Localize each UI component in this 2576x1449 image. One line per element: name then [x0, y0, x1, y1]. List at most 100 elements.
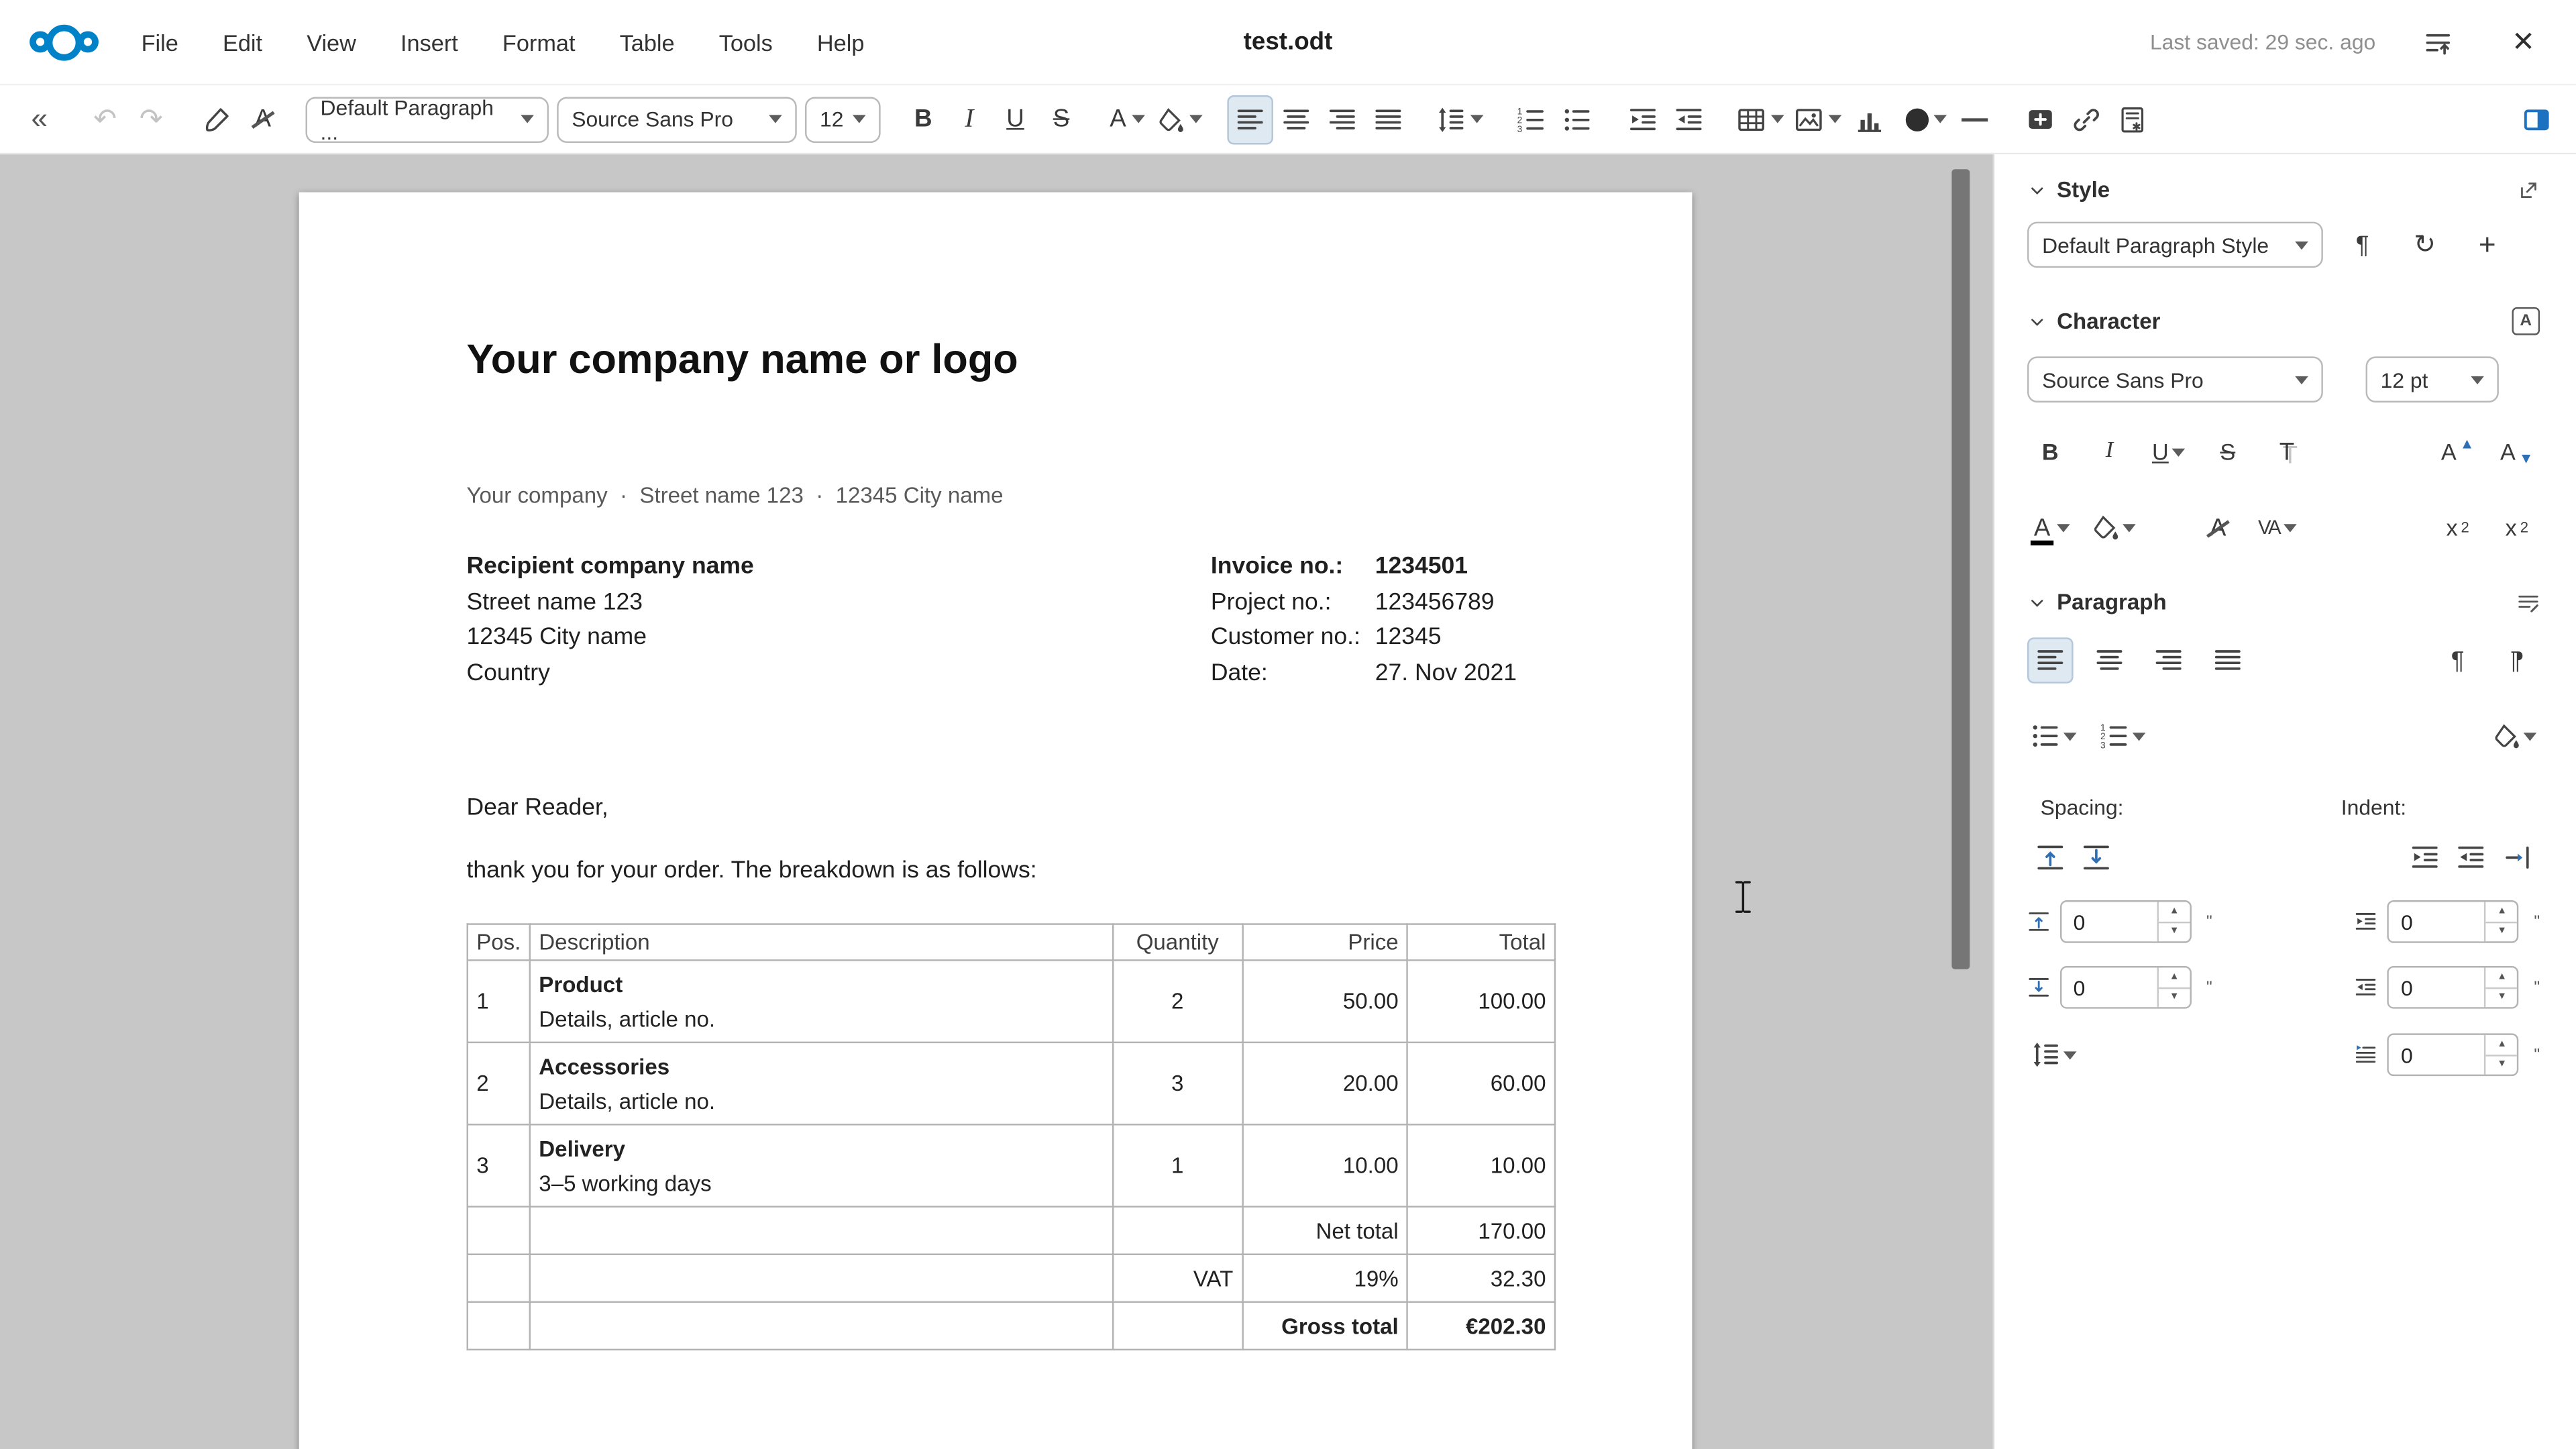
insert-shape-button[interactable]: [1900, 95, 1951, 144]
insert-link-button[interactable]: [2063, 95, 2110, 144]
sidebar-paragraph-style-select[interactable]: Default Paragraph Style: [2027, 222, 2323, 268]
step-down-icon[interactable]: ▼: [2159, 922, 2190, 941]
nextcloud-logo[interactable]: [30, 24, 99, 60]
stepper[interactable]: ▲▼: [2485, 967, 2518, 1007]
style-section-header[interactable]: Style: [2027, 177, 2540, 202]
indent-after-input[interactable]: ▲▼: [2387, 966, 2519, 1009]
sidebar-align-left-button[interactable]: [2027, 637, 2074, 684]
ordered-list-button[interactable]: [1508, 95, 1554, 144]
character-spacing-button[interactable]: VA: [2254, 504, 2300, 551]
shadow-text-button[interactable]: T: [2264, 429, 2310, 475]
paragraph-background-button[interactable]: [2487, 713, 2540, 759]
redo-button[interactable]: ↷: [128, 95, 174, 144]
font-size-select[interactable]: 12: [805, 96, 881, 142]
subscript-button[interactable]: x2: [2494, 504, 2540, 551]
stepper[interactable]: ▲▼: [2485, 1035, 2518, 1075]
sidebar-line-spacing-button[interactable]: [2027, 1032, 2080, 1078]
dialog-launcher-icon[interactable]: [2517, 178, 2540, 201]
font-color-button[interactable]: A: [1104, 95, 1150, 144]
sidebar-font-name-select[interactable]: Source Sans Pro: [2027, 356, 2323, 402]
menu-insert[interactable]: Insert: [400, 29, 458, 55]
sidebar-decrease-indent-button[interactable]: [2448, 835, 2494, 881]
step-down-icon[interactable]: ▼: [2486, 922, 2518, 941]
step-up-icon[interactable]: ▲: [2486, 967, 2518, 988]
bold-button[interactable]: B: [900, 95, 947, 144]
document-page[interactable]: Your company name or logo Your company ·…: [299, 193, 1693, 1449]
update-style-button[interactable]: ↻: [2402, 222, 2448, 268]
menu-table[interactable]: Table: [620, 29, 675, 55]
close-button[interactable]: ✕: [2500, 19, 2546, 65]
apply-style-button[interactable]: ¶: [2339, 222, 2385, 268]
sidebar-align-right-button[interactable]: [2145, 637, 2192, 684]
sidebar-bold-button[interactable]: B: [2027, 429, 2074, 475]
align-justify-button[interactable]: [1365, 95, 1411, 144]
scrollbar-thumb[interactable]: [1951, 169, 1970, 969]
font-name-select[interactable]: Source Sans Pro: [557, 96, 797, 142]
highlight-color-button[interactable]: [1150, 95, 1208, 144]
hanging-indent-button[interactable]: [2494, 835, 2540, 881]
toggle-sidebar-button[interactable]: [2514, 95, 2560, 144]
decrease-indent-button[interactable]: [1666, 95, 1712, 144]
align-left-button[interactable]: [1227, 95, 1273, 144]
document-canvas[interactable]: Your company name or logo Your company ·…: [0, 154, 1993, 1449]
insert-chart-button[interactable]: [1847, 95, 1893, 144]
grow-font-button[interactable]: A▲: [2434, 429, 2481, 475]
insert-comment-button[interactable]: [2017, 95, 2063, 144]
insert-table-button[interactable]: [1731, 95, 1789, 144]
stepper[interactable]: ▲▼: [2157, 902, 2190, 941]
menu-view[interactable]: View: [307, 29, 356, 55]
stepper[interactable]: ▲▼: [2485, 902, 2518, 941]
menu-help[interactable]: Help: [817, 29, 865, 55]
shrink-font-button[interactable]: A▼: [2494, 429, 2540, 475]
menu-format[interactable]: Format: [502, 29, 576, 55]
paragraph-section-header[interactable]: Paragraph: [2027, 590, 2540, 614]
character-section-header[interactable]: Character A: [2027, 307, 2540, 335]
indent-before-input[interactable]: ▲▼: [2387, 900, 2519, 943]
insert-line-button[interactable]: [1951, 95, 1998, 144]
step-down-icon[interactable]: ▼: [2159, 988, 2190, 1007]
hide-menubar-button[interactable]: [2415, 19, 2461, 65]
paragraph-style-select[interactable]: Default Paragraph ...: [306, 96, 549, 142]
new-style-button[interactable]: +: [2464, 222, 2510, 268]
increase-spacing-button[interactable]: [2027, 835, 2074, 881]
sidebar-align-center-button[interactable]: [2086, 637, 2133, 684]
paragraph-dialog-icon[interactable]: [2517, 590, 2540, 613]
sidebar-font-size-select[interactable]: 12 pt: [2366, 356, 2499, 402]
sidebar-font-color-button[interactable]: A: [2027, 504, 2074, 551]
italic-button[interactable]: I: [947, 95, 993, 144]
undo-button[interactable]: ↶: [82, 95, 128, 144]
menu-edit[interactable]: Edit: [223, 29, 262, 55]
stepper[interactable]: ▲▼: [2157, 967, 2190, 1007]
sidebar-italic-button[interactable]: I: [2086, 429, 2133, 475]
sidebar-numbered-list-button[interactable]: [2096, 713, 2149, 759]
unordered-list-button[interactable]: [1554, 95, 1601, 144]
spacing-above-input[interactable]: ▲▼: [2060, 900, 2192, 943]
clear-formatting-button[interactable]: A: [240, 95, 286, 144]
decrease-spacing-button[interactable]: [2074, 835, 2120, 881]
line-spacing-button[interactable]: [1431, 95, 1489, 144]
sidebar-underline-button[interactable]: U: [2145, 429, 2192, 475]
character-dialog-icon[interactable]: A: [2512, 307, 2540, 335]
underline-button[interactable]: U: [992, 95, 1038, 144]
step-down-icon[interactable]: ▼: [2486, 988, 2518, 1007]
align-right-button[interactable]: [1320, 95, 1366, 144]
paragraph-ltr-button[interactable]: ¶: [2434, 637, 2481, 684]
sidebar-strikethrough-button[interactable]: S: [2205, 429, 2251, 475]
menu-tools[interactable]: Tools: [719, 29, 773, 55]
clone-formatting-button[interactable]: [194, 95, 240, 144]
increase-indent-button[interactable]: [1620, 95, 1666, 144]
step-up-icon[interactable]: ▲: [2486, 1035, 2518, 1056]
step-down-icon[interactable]: ▼: [2486, 1055, 2518, 1074]
sidebar-clear-formatting-button[interactable]: A: [2195, 504, 2241, 551]
sidebar-increase-indent-button[interactable]: [2402, 835, 2448, 881]
superscript-button[interactable]: x2: [2434, 504, 2481, 551]
sidebar-align-justify-button[interactable]: [2205, 637, 2251, 684]
insert-field-button[interactable]: [2109, 95, 2155, 144]
step-up-icon[interactable]: ▲: [2159, 902, 2190, 922]
strikethrough-button[interactable]: S: [1038, 95, 1085, 144]
align-center-button[interactable]: [1273, 95, 1320, 144]
step-up-icon[interactable]: ▲: [2159, 967, 2190, 988]
paragraph-rtl-button[interactable]: ¶: [2494, 637, 2540, 684]
collapse-toolbar-button[interactable]: «: [16, 95, 62, 144]
step-up-icon[interactable]: ▲: [2486, 902, 2518, 922]
